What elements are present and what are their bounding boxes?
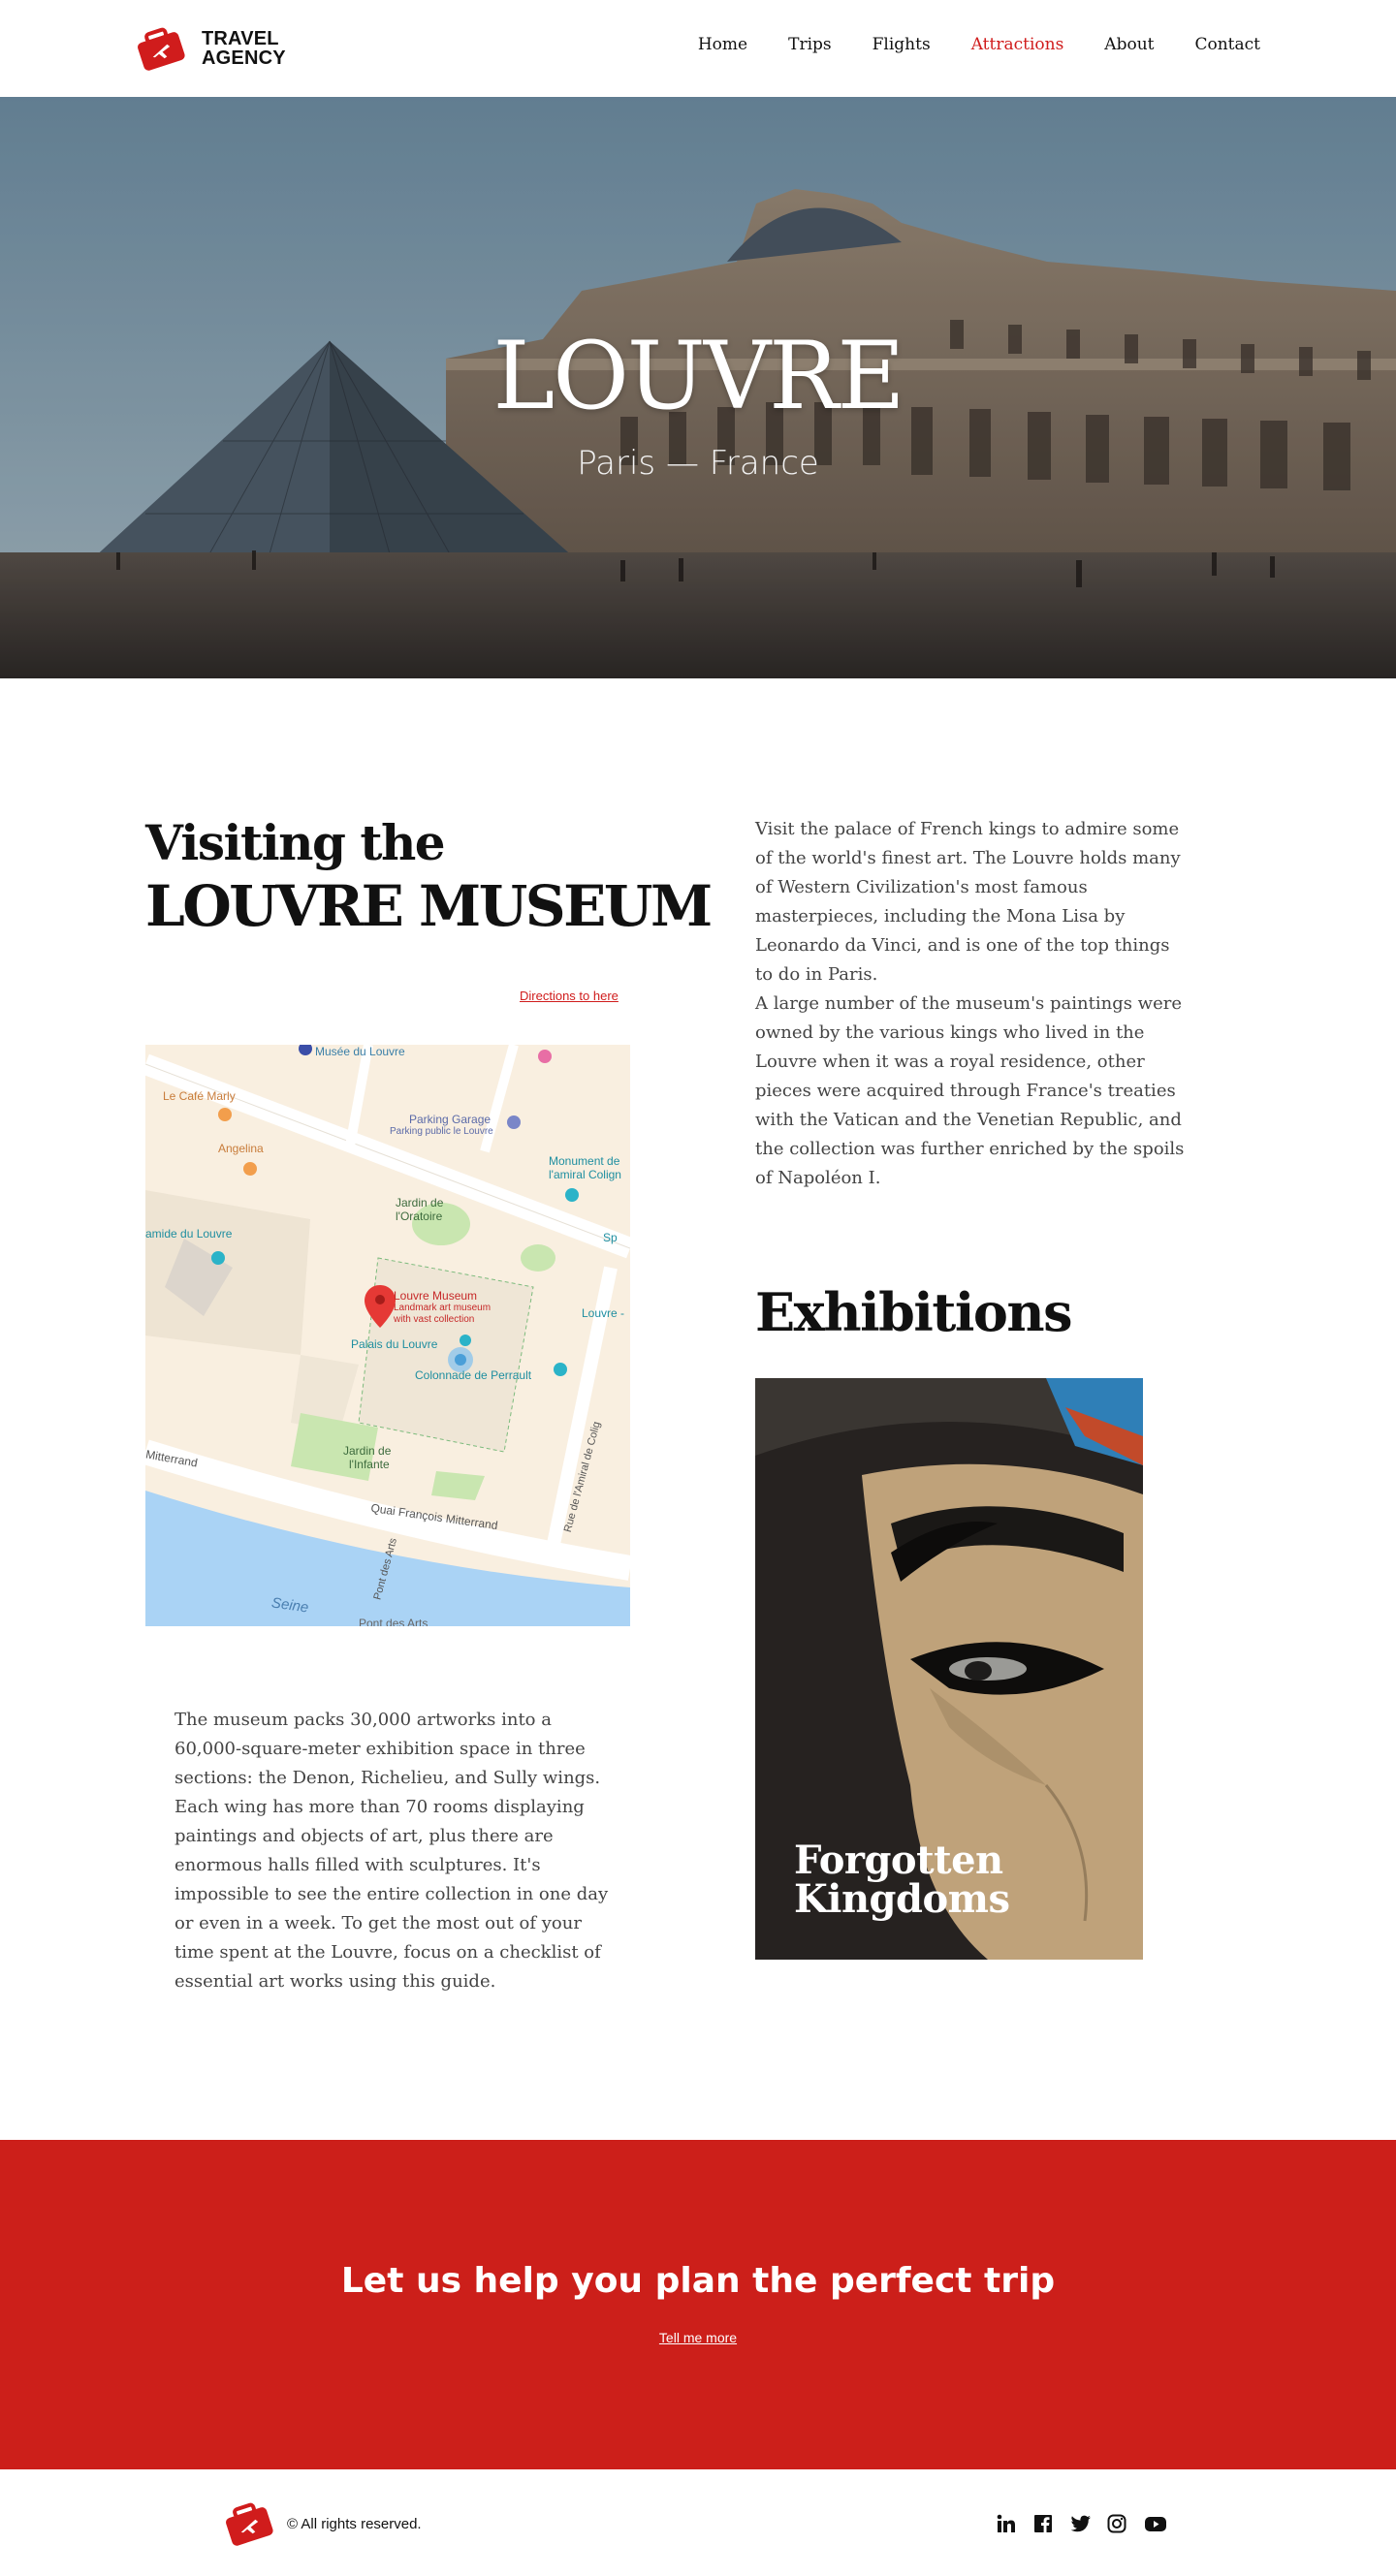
- main-nav: Home Trips Flights Attractions About Con…: [657, 35, 1260, 54]
- map-label-jardin-oratoire: Jardin de: [396, 1196, 444, 1209]
- nav-about[interactable]: About: [1104, 35, 1154, 54]
- hero-banner: LOUVRE Paris — France: [0, 97, 1396, 678]
- map-label-monument: Monument de: [549, 1154, 620, 1168]
- nav-trips[interactable]: Trips: [788, 35, 832, 54]
- map-label-musee: Musée du Louvre: [315, 1045, 405, 1058]
- map-label-parking-sub: Parking public le Louvre: [390, 1126, 493, 1137]
- cta-banner: Let us help you plan the perfect trip Te…: [0, 2140, 1396, 2469]
- map-label-palais: Palais du Louvre: [351, 1337, 438, 1351]
- exhibition-card-title: Forgotten Kingdoms: [794, 1838, 1010, 1922]
- instagram-icon[interactable]: [1107, 2512, 1144, 2535]
- site-footer: © All rights reserved.: [0, 2469, 1396, 2576]
- map-label-pyramide: amide du Louvre: [145, 1227, 233, 1241]
- nav-attractions[interactable]: Attractions: [971, 35, 1064, 54]
- map-label-louvre-museum[interactable]: Louvre Museum: [394, 1289, 477, 1303]
- map-label-parking: Parking Garage: [409, 1113, 492, 1126]
- map-label-cafe: Le Café Marly: [163, 1089, 236, 1103]
- twitter-icon[interactable]: [1070, 2512, 1107, 2535]
- map-label-monument2: l'amiral Colign: [549, 1168, 621, 1181]
- cta-title: Let us help you plan the perfect trip: [340, 2261, 1056, 2301]
- linkedin-icon[interactable]: [997, 2512, 1033, 2535]
- location-map[interactable]: Musée du Louvre Le Café Marly Angelina P…: [145, 1045, 630, 1626]
- map-label-jardin-oratoire2: l'Oratoire: [396, 1209, 443, 1223]
- map-label-louvre-sub2: with vast collection: [394, 1314, 475, 1325]
- copyright-text: © All rights reserved.: [287, 2516, 422, 2532]
- nav-home[interactable]: Home: [698, 35, 747, 54]
- hero-title: LOUVRE: [492, 322, 904, 430]
- brand-logo[interactable]: TRAVEL AGENCY: [136, 25, 286, 72]
- suitcase-plane-icon: [138, 27, 185, 71]
- map-label-sp: Sp: [603, 1231, 618, 1244]
- visiting-heading-line1: Visiting the: [145, 814, 446, 871]
- map-label-pont: Pont des Arts: [359, 1617, 428, 1626]
- map-label-angelina: Angelina: [218, 1142, 264, 1155]
- intro-paragraph-1: Visit the palace of French kings to admi…: [755, 819, 1181, 985]
- visiting-heading-line2: LOUVRE MUSEUM: [145, 873, 713, 939]
- nav-flights[interactable]: Flights: [872, 35, 931, 54]
- map-label-jardin-infante2: l'Infante: [349, 1458, 390, 1471]
- map-label-jardin-infante: Jardin de: [343, 1444, 392, 1458]
- facebook-icon[interactable]: [1033, 2512, 1070, 2535]
- directions-link[interactable]: Directions to here: [520, 989, 619, 1003]
- brand-name-line2: AGENCY: [202, 47, 286, 69]
- intro-paragraph-2: A large number of the museum's paintings…: [755, 993, 1185, 1188]
- map-label-louvre-edge: Louvre -: [582, 1306, 625, 1320]
- suitcase-plane-icon[interactable]: [224, 2500, 274, 2547]
- map-label-colonnade: Colonnade de Perrault: [415, 1368, 532, 1382]
- social-links: [997, 2512, 1181, 2535]
- youtube-icon[interactable]: [1144, 2512, 1181, 2535]
- collection-paragraph: The museum packs 30,000 artworks into a …: [174, 1710, 609, 1992]
- nav-contact[interactable]: Contact: [1194, 35, 1260, 54]
- site-header: TRAVEL AGENCY Home Trips Flights Attract…: [0, 0, 1396, 97]
- exhibition-card[interactable]: Forgotten Kingdoms: [755, 1378, 1143, 1960]
- brand-name-line1: TRAVEL: [202, 28, 279, 49]
- hero-subtitle: Paris — France: [577, 444, 819, 483]
- map-label-louvre-sub1: Landmark art museum: [394, 1303, 492, 1313]
- exhibitions-heading: Exhibitions: [755, 1281, 1073, 1343]
- tell-me-more-link[interactable]: Tell me more: [0, 2330, 1396, 2345]
